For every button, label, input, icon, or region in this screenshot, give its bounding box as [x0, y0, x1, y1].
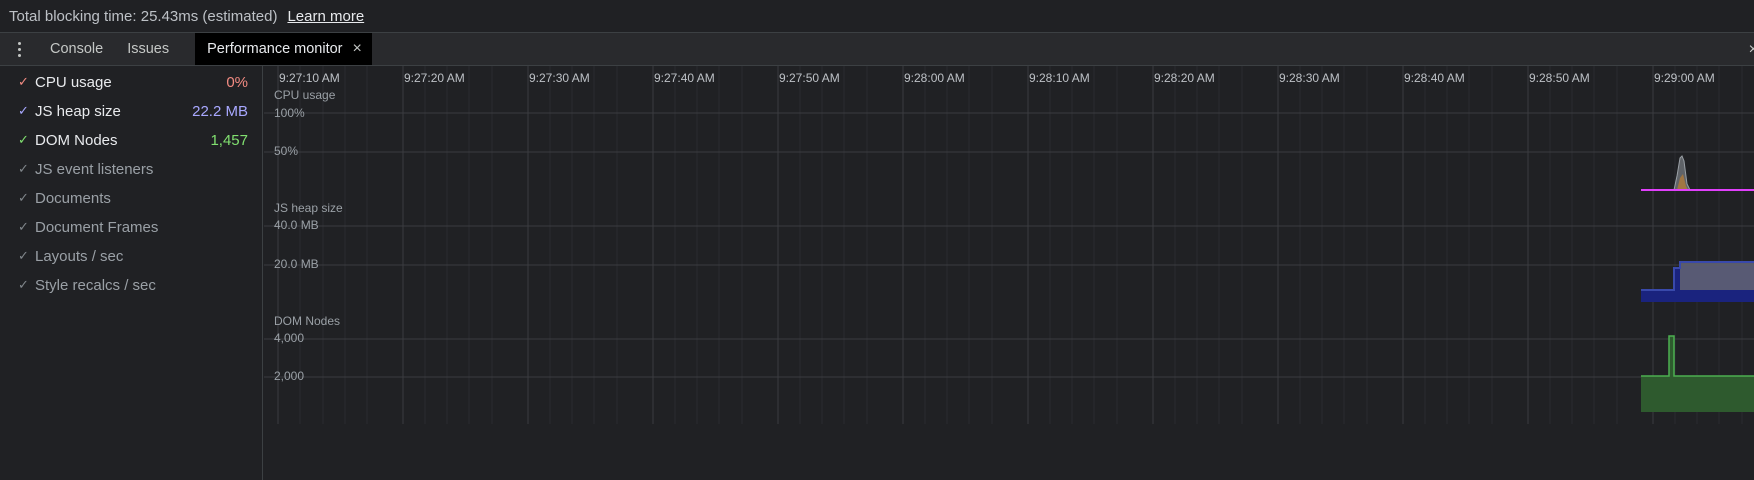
time-label: 9:27:20 AM [404, 71, 465, 85]
cpu-chart-title: CPU usage [274, 88, 336, 102]
time-label: 9:27:30 AM [529, 71, 590, 85]
metric-dom-nodes[interactable]: ✓ DOM Nodes 1,457 [18, 128, 248, 152]
time-label: 9:28:40 AM [1404, 71, 1465, 85]
time-label: 9:27:50 AM [779, 71, 840, 85]
metric-label: JS event listeners [35, 160, 154, 178]
check-icon: ✓ [18, 103, 29, 118]
metric-js-heap-size[interactable]: ✓ JS heap size 22.2 MB [18, 99, 248, 123]
close-drawer-icon[interactable]: × [1749, 41, 1754, 59]
status-bar: Total blocking time: 25.43ms (estimated)… [0, 0, 1754, 33]
check-icon: ✓ [18, 248, 29, 263]
time-label: 9:27:10 AM [279, 71, 340, 85]
metric-js-event-listeners[interactable]: ✓ JS event listeners [18, 157, 248, 181]
check-icon: ✓ [18, 74, 29, 89]
time-label: 9:28:50 AM [1529, 71, 1590, 85]
axis-label: 100% [274, 106, 305, 120]
metric-value: 22.2 MB [192, 102, 248, 120]
axis-label: 20.0 MB [274, 257, 319, 271]
metric-documents[interactable]: ✓ Documents [18, 186, 248, 210]
horizontal-grid [264, 112, 1754, 378]
timeline-graphics [264, 66, 1754, 424]
blocking-time-text: Total blocking time: 25.43ms (estimated) [9, 7, 278, 25]
time-label: 9:28:30 AM [1279, 71, 1340, 85]
metric-label: Layouts / sec [35, 247, 124, 265]
axis-label: 2,000 [274, 369, 305, 383]
dom-chart-title: DOM Nodes [274, 314, 341, 328]
time-label: 9:28:20 AM [1154, 71, 1215, 85]
metric-label: DOM Nodes [35, 131, 118, 149]
axis-label: 40.0 MB [274, 218, 319, 232]
axis-label: 50% [274, 144, 299, 158]
metric-value: 0% [226, 73, 248, 91]
tab-performance-monitor-label: Performance monitor [207, 41, 343, 57]
time-label: 9:27:40 AM [654, 71, 715, 85]
time-label: 9:28:10 AM [1029, 71, 1090, 85]
learn-more-link[interactable]: Learn more [287, 8, 364, 25]
close-icon[interactable]: × [353, 40, 362, 58]
metrics-sidebar: ✓ CPU usage 0% ✓ JS heap size 22.2 MB ✓ … [0, 66, 263, 480]
heap-chart-title: JS heap size [274, 201, 343, 215]
check-icon: ✓ [18, 161, 29, 176]
check-icon: ✓ [18, 132, 29, 147]
metric-label: JS heap size [35, 102, 121, 120]
time-label: 9:29:00 AM [1654, 71, 1715, 85]
check-icon: ✓ [18, 277, 29, 292]
devtools-panel: Total blocking time: 25.43ms (estimated)… [0, 0, 1754, 480]
tab-performance-monitor[interactable]: Performance monitor × [195, 33, 372, 65]
tab-issues-label: Issues [127, 41, 170, 57]
drawer-tab-strip: Console Issues Performance monitor × × [0, 33, 1754, 66]
tab-console[interactable]: Console [38, 33, 115, 65]
performance-timeline: 9:27:10 AM 9:27:20 AM 9:27:30 AM 9:27:40… [264, 66, 1754, 426]
metric-cpu-usage[interactable]: ✓ CPU usage 0% [18, 70, 248, 94]
metric-label: Documents [35, 189, 111, 207]
drawer-menu-button[interactable] [0, 33, 38, 65]
minor-grid [299, 66, 1743, 424]
kebab-icon [17, 40, 21, 58]
js-heap-upper-fill [1680, 262, 1754, 290]
metric-layouts-per-sec[interactable]: ✓ Layouts / sec [18, 244, 248, 268]
tab-console-label: Console [50, 41, 104, 57]
tab-issues[interactable]: Issues [115, 33, 181, 65]
metric-label: Style recalcs / sec [35, 276, 156, 294]
metric-value: 1,457 [210, 131, 248, 149]
axis-label: 4,000 [274, 331, 305, 345]
metric-label: CPU usage [35, 73, 112, 91]
check-icon: ✓ [18, 190, 29, 205]
check-icon: ✓ [18, 219, 29, 234]
metric-label: Document Frames [35, 218, 159, 236]
time-label: 9:28:00 AM [904, 71, 965, 85]
metric-style-recalcs-per-sec[interactable]: ✓ Style recalcs / sec [18, 273, 248, 297]
metric-document-frames[interactable]: ✓ Document Frames [18, 215, 248, 239]
